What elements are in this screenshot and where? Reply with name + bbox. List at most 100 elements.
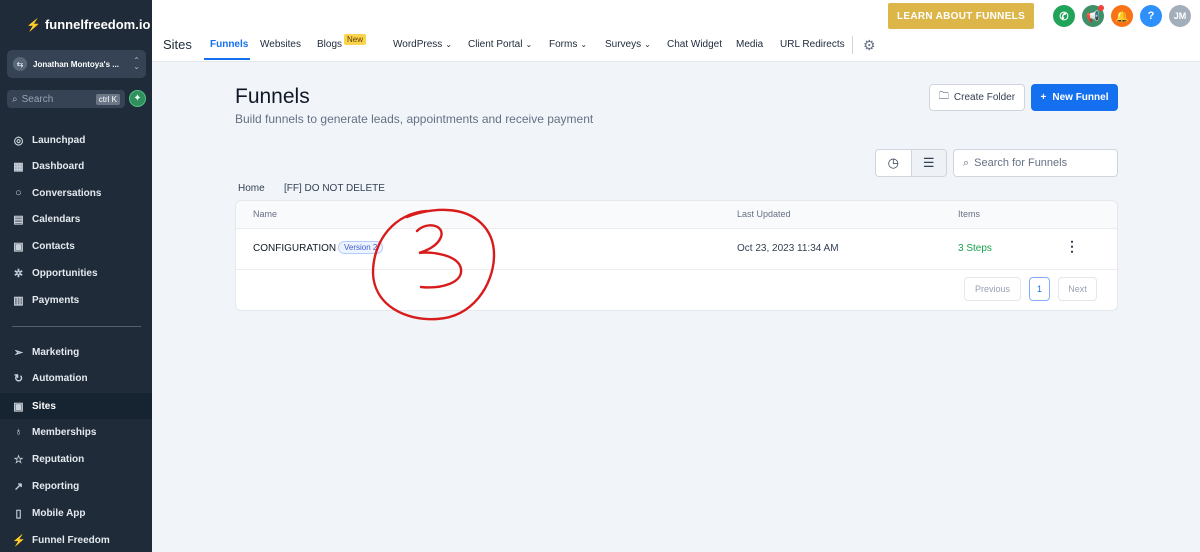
sidebar-item-label: Contacts xyxy=(32,240,75,252)
sidebar-divider xyxy=(12,326,141,327)
phone-icon[interactable]: ✆ xyxy=(1053,5,1075,27)
create-folder-label: Create Folder xyxy=(953,92,1016,103)
column-header-last-updated[interactable]: Last Updated xyxy=(737,209,791,219)
table-header: Name Last Updated Items xyxy=(236,201,1117,229)
breadcrumb-home[interactable]: Home xyxy=(238,183,265,194)
megaphone-icon[interactable]: 📢 xyxy=(1082,5,1104,27)
payments-icon: ▥ xyxy=(13,294,24,307)
search-placeholder: Search xyxy=(21,93,54,105)
folder-plus-icon: 🗀 xyxy=(938,91,949,102)
tab-label: WordPress xyxy=(393,39,443,50)
sidebar-item-label: Calendars xyxy=(32,213,81,225)
plus-icon: + xyxy=(1040,92,1047,103)
chart-icon: ↗ xyxy=(13,480,24,493)
create-folder-button[interactable]: 🗀 Create Folder xyxy=(929,84,1025,111)
sidebar-item-label: Reporting xyxy=(32,480,80,492)
calendar-icon: ▤ xyxy=(13,213,24,226)
sidebar-item-marketing[interactable]: ➢ Marketing xyxy=(0,339,152,365)
funnel-search-input[interactable]: ⌕ Search for Funnels xyxy=(953,149,1118,177)
brand-logo[interactable]: ⚡ funnelfreedom.io xyxy=(26,17,150,32)
new-funnel-button[interactable]: + New Funnel xyxy=(1031,84,1118,111)
automation-icon: ↻ xyxy=(13,372,24,385)
chevron-down-icon: ⌄ xyxy=(644,40,651,49)
sidebar-item-label: Automation xyxy=(32,372,88,384)
tab-websites[interactable]: Websites xyxy=(260,39,301,50)
breadcrumb-folder[interactable]: [FF] DO NOT DELETE xyxy=(284,183,385,194)
tab-chat-widget[interactable]: Chat Widget xyxy=(667,39,722,50)
version-badge: Version 2 xyxy=(338,241,384,254)
send-icon: ➢ xyxy=(13,346,24,359)
sidebar-item-funnel-freedom[interactable]: ⚡ Funnel Freedom xyxy=(0,527,152,552)
new-badge: New xyxy=(344,34,367,45)
tab-url-redirects[interactable]: URL Redirects xyxy=(780,39,845,50)
tab-media[interactable]: Media xyxy=(736,39,763,50)
chat-icon: ○ xyxy=(15,187,22,199)
funnels-table: Name Last Updated Items CONFIGURATION Ve… xyxy=(235,200,1118,311)
sidebar-item-label: Memberships xyxy=(32,426,97,438)
tab-client-portal[interactable]: Client Portal ⌄ xyxy=(468,39,532,50)
sidebar-item-payments[interactable]: ▥ Payments xyxy=(0,287,152,313)
sidebar-item-reporting[interactable]: ↗ Reporting xyxy=(0,473,152,499)
sidebar-item-label: Payments xyxy=(32,294,80,306)
list-view-icon[interactable]: ☰ xyxy=(910,150,946,176)
table-row[interactable]: CONFIGURATION Version 2 Oct 23, 2023 11:… xyxy=(236,229,1117,270)
funnel-name-link[interactable]: CONFIGURATION xyxy=(253,243,336,254)
account-name: Jonathan Montoya's ... xyxy=(33,59,119,69)
sidebar-item-automation[interactable]: ↻ Automation xyxy=(0,365,152,391)
sites-icon: ▣ xyxy=(13,400,24,413)
column-header-items[interactable]: Items xyxy=(958,209,980,219)
help-icon[interactable]: ? xyxy=(1140,5,1162,27)
tab-forms[interactable]: Forms ⌄ xyxy=(549,39,587,50)
top-bar: Sites Funnels Websites Blogs New WordPre… xyxy=(152,0,1200,62)
sidebar-item-conversations[interactable]: ○ Conversations xyxy=(0,180,152,206)
sidebar-item-label: Reputation xyxy=(32,453,85,465)
sidebar-item-label: Funnel Freedom xyxy=(32,534,110,546)
view-toggle: ◷ ☰ xyxy=(875,149,947,177)
chevron-down-icon: ⌄ xyxy=(525,40,533,49)
sidebar-item-label: Mobile App xyxy=(32,507,86,519)
chevron-updown-icon: ⌃ ⌄ xyxy=(133,56,140,71)
tab-wordpress[interactable]: WordPress ⌄ xyxy=(393,39,452,50)
sidebar-item-mobile-app[interactable]: ▯ Mobile App xyxy=(0,500,152,526)
learn-about-funnels-button[interactable]: LEARN ABOUT FUNNELS xyxy=(888,3,1034,29)
tab-blogs[interactable]: Blogs xyxy=(317,39,342,50)
sidebar-item-memberships[interactable]: ♁ Memberships xyxy=(0,419,152,445)
page-1-button[interactable]: 1 xyxy=(1029,277,1050,301)
bell-icon[interactable]: 🔔 xyxy=(1111,5,1133,27)
previous-button[interactable]: Previous xyxy=(964,277,1021,301)
next-button[interactable]: Next xyxy=(1058,277,1097,301)
tab-surveys[interactable]: Surveys ⌄ xyxy=(605,39,651,50)
gear-icon[interactable]: ⚙ xyxy=(863,37,876,54)
shortcut-badge: ctrl K xyxy=(95,93,120,105)
sidebar-item-dashboard[interactable]: ▦ Dashboard xyxy=(0,153,152,179)
clock-icon[interactable]: ◷ xyxy=(876,150,911,176)
tab-funnels[interactable]: Funnels xyxy=(210,39,248,50)
last-updated-value: Oct 23, 2023 11:34 AM xyxy=(737,243,839,254)
chevron-down-icon: ⌄ xyxy=(580,40,588,49)
sidebar-item-label: Sites xyxy=(32,400,56,412)
sidebar-item-label: Marketing xyxy=(32,346,80,358)
items-count: 3 Steps xyxy=(958,243,992,254)
sidebar-search[interactable]: ⌕ Search ctrl K xyxy=(7,90,125,108)
ai-sparkle-icon[interactable]: ✦ xyxy=(129,90,146,107)
sidebar-item-contacts[interactable]: ▣ Contacts xyxy=(0,233,152,259)
account-switcher[interactable]: ⇆ Jonathan Montoya's ... ⌃ ⌄ xyxy=(7,50,146,78)
page-title: Funnels xyxy=(235,85,310,108)
sidebar-item-launchpad[interactable]: ◎ Launchpad xyxy=(0,127,152,153)
opportunities-icon: ✲ xyxy=(13,267,24,280)
column-header-name[interactable]: Name xyxy=(253,209,277,219)
bolt-icon: ⚡ xyxy=(12,534,26,547)
page-subtitle: Build funnels to generate leads, appoint… xyxy=(235,112,594,126)
sidebar-item-opportunities[interactable]: ✲ Opportunities xyxy=(0,260,152,286)
avatar[interactable]: JM xyxy=(1169,5,1191,27)
sidebar-item-calendars[interactable]: ▤ Calendars xyxy=(0,206,152,232)
bolt-icon: ⚡ xyxy=(26,17,41,32)
sidebar-item-reputation[interactable]: ☆ Reputation xyxy=(0,446,152,472)
tab-label: Surveys xyxy=(605,39,642,50)
active-tab-indicator xyxy=(204,58,250,60)
tab-label: Forms xyxy=(549,39,578,50)
sidebar-item-sites[interactable]: ▣ Sites xyxy=(0,393,152,419)
sidebar: ⚡ funnelfreedom.io ⇆ Jonathan Montoya's … xyxy=(0,0,152,552)
account-icon: ⇆ xyxy=(13,57,27,71)
more-options-icon[interactable]: ⋮ xyxy=(1065,238,1079,255)
